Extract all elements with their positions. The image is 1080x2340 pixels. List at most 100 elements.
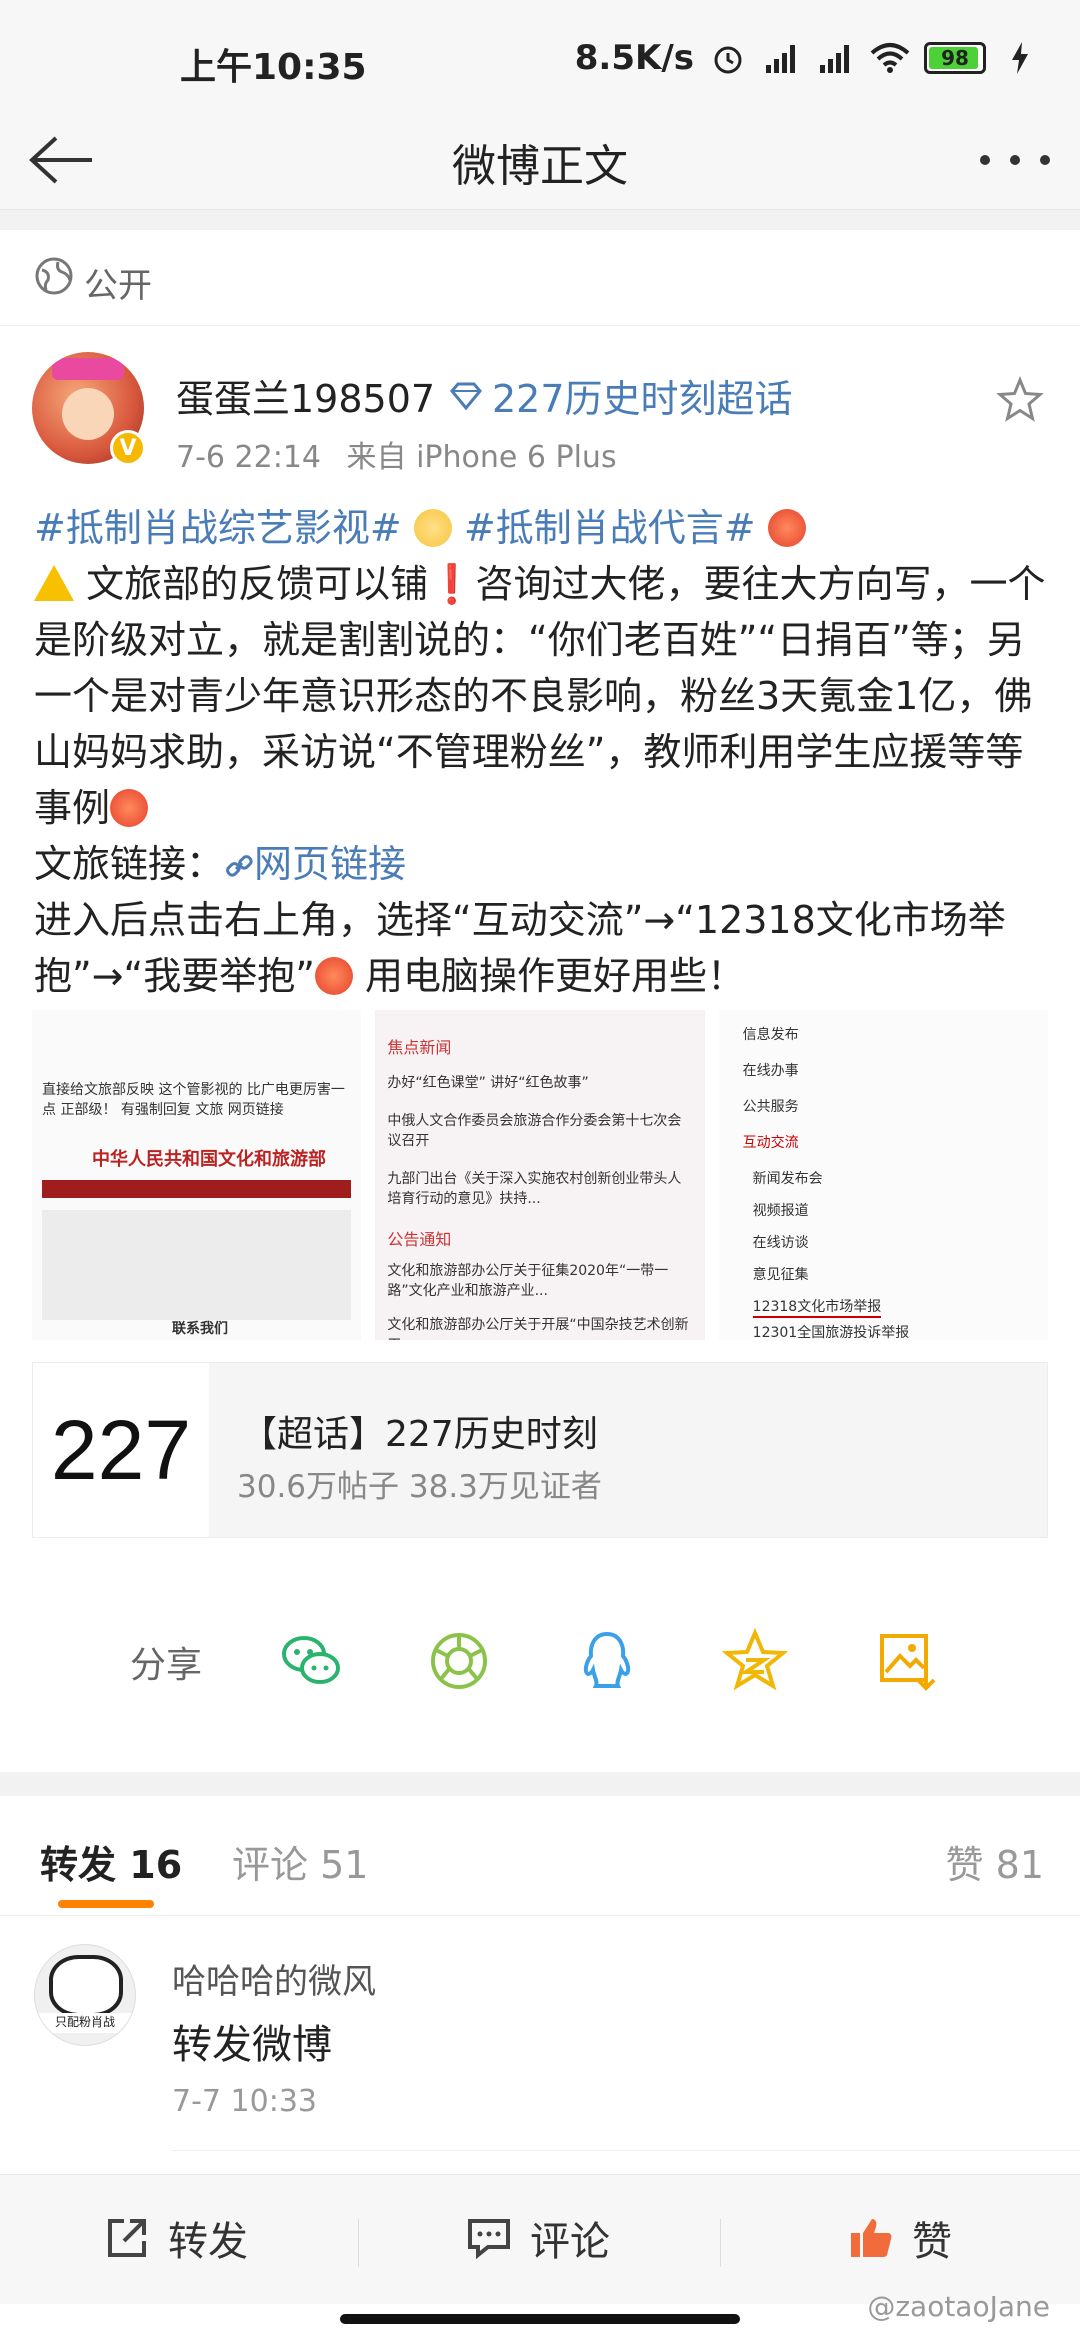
topic-name: 【超话】227历史时刻 (241, 1414, 598, 1455)
image-row: 12318文化市场举报 (752, 1296, 882, 1318)
image-site-title: 中华人民共和国文化和旅游部 (92, 1149, 326, 1170)
interaction-tabs: 转发 16 评论 51 赞 81 (0, 1796, 1080, 1916)
image-caption: 直接给文旅部反映 这个管影视的 比广电更厉害一点 正部级！ 有强制回复 文旅 网… (42, 1082, 345, 1118)
hashtag-link[interactable]: #抵制肖战综艺影视# (34, 506, 402, 550)
globe-icon (35, 257, 73, 295)
post-meta: 7-6 22:14 来自 iPhone 6 Plus (176, 432, 617, 476)
topic-stats: 30.6万帖子 38.3万见证者 (237, 1469, 602, 1505)
moments-icon[interactable] (426, 1628, 492, 1694)
diamond-icon (450, 382, 482, 410)
supertopic-label: 227历史时刻超话 (492, 377, 793, 421)
network-speed: 8.5K/s (574, 38, 694, 78)
dot-icon (1010, 155, 1020, 165)
share-label: 分享 (130, 1645, 203, 1686)
post-image-2[interactable]: 焦点新闻 办好“红色课堂” 讲好“红色故事” 中俄人文合作委员会旅游合作分委会第… (375, 1010, 705, 1340)
nav-bar: 微博正文 (0, 110, 1080, 210)
charging-icon (1000, 40, 1040, 76)
tab-reposts-label: 转发 (40, 1843, 117, 1887)
wifi-icon (870, 40, 910, 76)
image-footer: 联系我们 (172, 1321, 228, 1337)
image-row: 意见征集 (752, 1267, 809, 1283)
image-row: 中俄人文合作委员会旅游合作分委会第十七次会议召开 (387, 1113, 682, 1149)
web-link[interactable]: 网页链接 (224, 842, 406, 886)
image-grid: 直接给文旅部反映 这个管影视的 比广电更厉害一点 正部级！ 有强制回复 文旅 网… (32, 1010, 1048, 1340)
repost-button[interactable]: 转发 (104, 2209, 248, 2267)
share-row: 分享 (0, 1610, 1080, 1710)
divider (358, 2219, 359, 2267)
save-image-icon[interactable] (874, 1628, 940, 1694)
battery-icon: 98 (924, 42, 986, 74)
image-row: 在线访谈 (752, 1235, 809, 1251)
battery-level: 98 (941, 46, 969, 70)
post-body: #抵制肖战综艺影视# #抵制肖战代言# 文旅部的反馈可以铺❗咨询过大佬，要往大方… (34, 500, 1054, 1004)
bottom-action-bar: 转发 评论 赞 (0, 2174, 1080, 2304)
image-row: 文化和旅游部办公厅关于征集2020年“一带一路”文化产业和旅游产业... (387, 1263, 669, 1299)
warning-icon (34, 565, 74, 601)
hashtag-link[interactable]: #抵制肖战代言# (464, 506, 756, 550)
post-text: 用电脑操作更好用些！ (352, 954, 745, 998)
share-arrow-icon (108, 2219, 146, 2257)
post-source: 来自 iPhone 6 Plus (346, 440, 617, 475)
repost-username[interactable]: 哈哈哈的微风 (172, 1954, 376, 2003)
active-tab-indicator (58, 1900, 154, 1908)
post-date: 7-6 22:14 (176, 440, 321, 475)
more-options-button[interactable] (980, 132, 1050, 188)
section-gap (0, 210, 1080, 230)
visibility-row: 公开 (0, 230, 1080, 326)
wechat-icon[interactable] (278, 1628, 344, 1694)
comment-bubble-icon (468, 2219, 510, 2260)
tab-comments-label: 评论 (232, 1843, 309, 1887)
image-row: 在线办事 (742, 1063, 799, 1079)
repost-button-label: 转发 (168, 2219, 248, 2265)
tab-likes[interactable]: 赞 81 (946, 1834, 1044, 1889)
section-gap (0, 1772, 1080, 1796)
verified-badge-icon: V (110, 430, 146, 466)
supertopic-card[interactable]: 227 【超话】227历史时刻 30.6万帖子 38.3万见证者 (32, 1362, 1048, 1538)
image-row: 公告通知 (387, 1230, 452, 1249)
status-bar: 上午10:35 8.5K/s 98 (0, 0, 1080, 110)
web-link-label: 网页链接 (254, 842, 407, 886)
tab-likes-count: 81 (995, 1843, 1044, 1887)
signal-hd-icon-2 (816, 40, 856, 76)
angry-emoji-icon (767, 509, 806, 547)
like-button-label: 赞 (912, 2219, 952, 2265)
signal-hd-icon (762, 40, 802, 76)
tab-comments[interactable]: 评论 51 (232, 1834, 368, 1889)
like-button[interactable]: 赞 (848, 2209, 952, 2267)
image-row: 焦点新闻 (387, 1038, 452, 1057)
image-row: 九部门出台《关于深入实施农村创新创业带头人培育行动的意见》扶持... (387, 1171, 682, 1207)
author-username[interactable]: 蛋蛋兰198507 (176, 368, 435, 423)
divider (172, 2150, 1080, 2151)
image-row: 12301全国旅游投诉举报 (752, 1325, 910, 1340)
watermark: @zaotaoJane (867, 2290, 1050, 2323)
repost-time: 7-7 10:33 (172, 2084, 317, 2119)
qq-icon[interactable] (574, 1628, 640, 1694)
supertopic-link[interactable]: 227历史时刻超话 (448, 368, 793, 423)
comment-button-label: 评论 (530, 2219, 610, 2265)
comment-button[interactable]: 评论 (466, 2209, 610, 2267)
tab-reposts[interactable]: 转发 16 (40, 1834, 182, 1889)
favorite-star-icon[interactable] (996, 376, 1044, 424)
divider (720, 2219, 721, 2267)
image-row: 办好“红色课堂” 讲好“红色故事” (387, 1075, 589, 1091)
qzone-icon[interactable] (722, 1628, 788, 1694)
post-image-3[interactable]: 信息发布 在线办事 公共服务 互动交流 新闻发布会 视频报道 在线访谈 意见征集… (718, 1010, 1048, 1340)
tab-comments-count: 51 (320, 1843, 369, 1887)
repost-user-avatar[interactable]: 只配粉肖战 (34, 1944, 136, 2046)
angry-emoji-icon (314, 957, 353, 995)
exclamation-icon: ❗ (428, 562, 476, 606)
smirk-emoji-icon (413, 509, 452, 547)
alarm-icon (708, 40, 748, 76)
home-indicator[interactable] (340, 2314, 740, 2324)
visibility-label: 公开 (84, 266, 152, 306)
status-icons: 8.5K/s 98 (575, 38, 1040, 78)
post-image-1[interactable]: 直接给文旅部反映 这个管影视的 比广电更厉害一点 正部级！ 有强制回复 文旅 网… (32, 1010, 362, 1340)
image-row: 文化和旅游部办公厅关于开展“中国杂技艺术创新工 (387, 1317, 689, 1340)
dot-icon (980, 155, 990, 165)
status-time: 上午10:35 (180, 47, 367, 88)
image-row: 信息发布 (742, 1027, 799, 1043)
link-prefix: 文旅链接： (34, 842, 225, 886)
repost-text: 转发微博 (172, 2022, 332, 2068)
page-title: 微博正文 (452, 141, 628, 192)
avatar-caption: 只配粉肖战 (35, 2013, 135, 2033)
